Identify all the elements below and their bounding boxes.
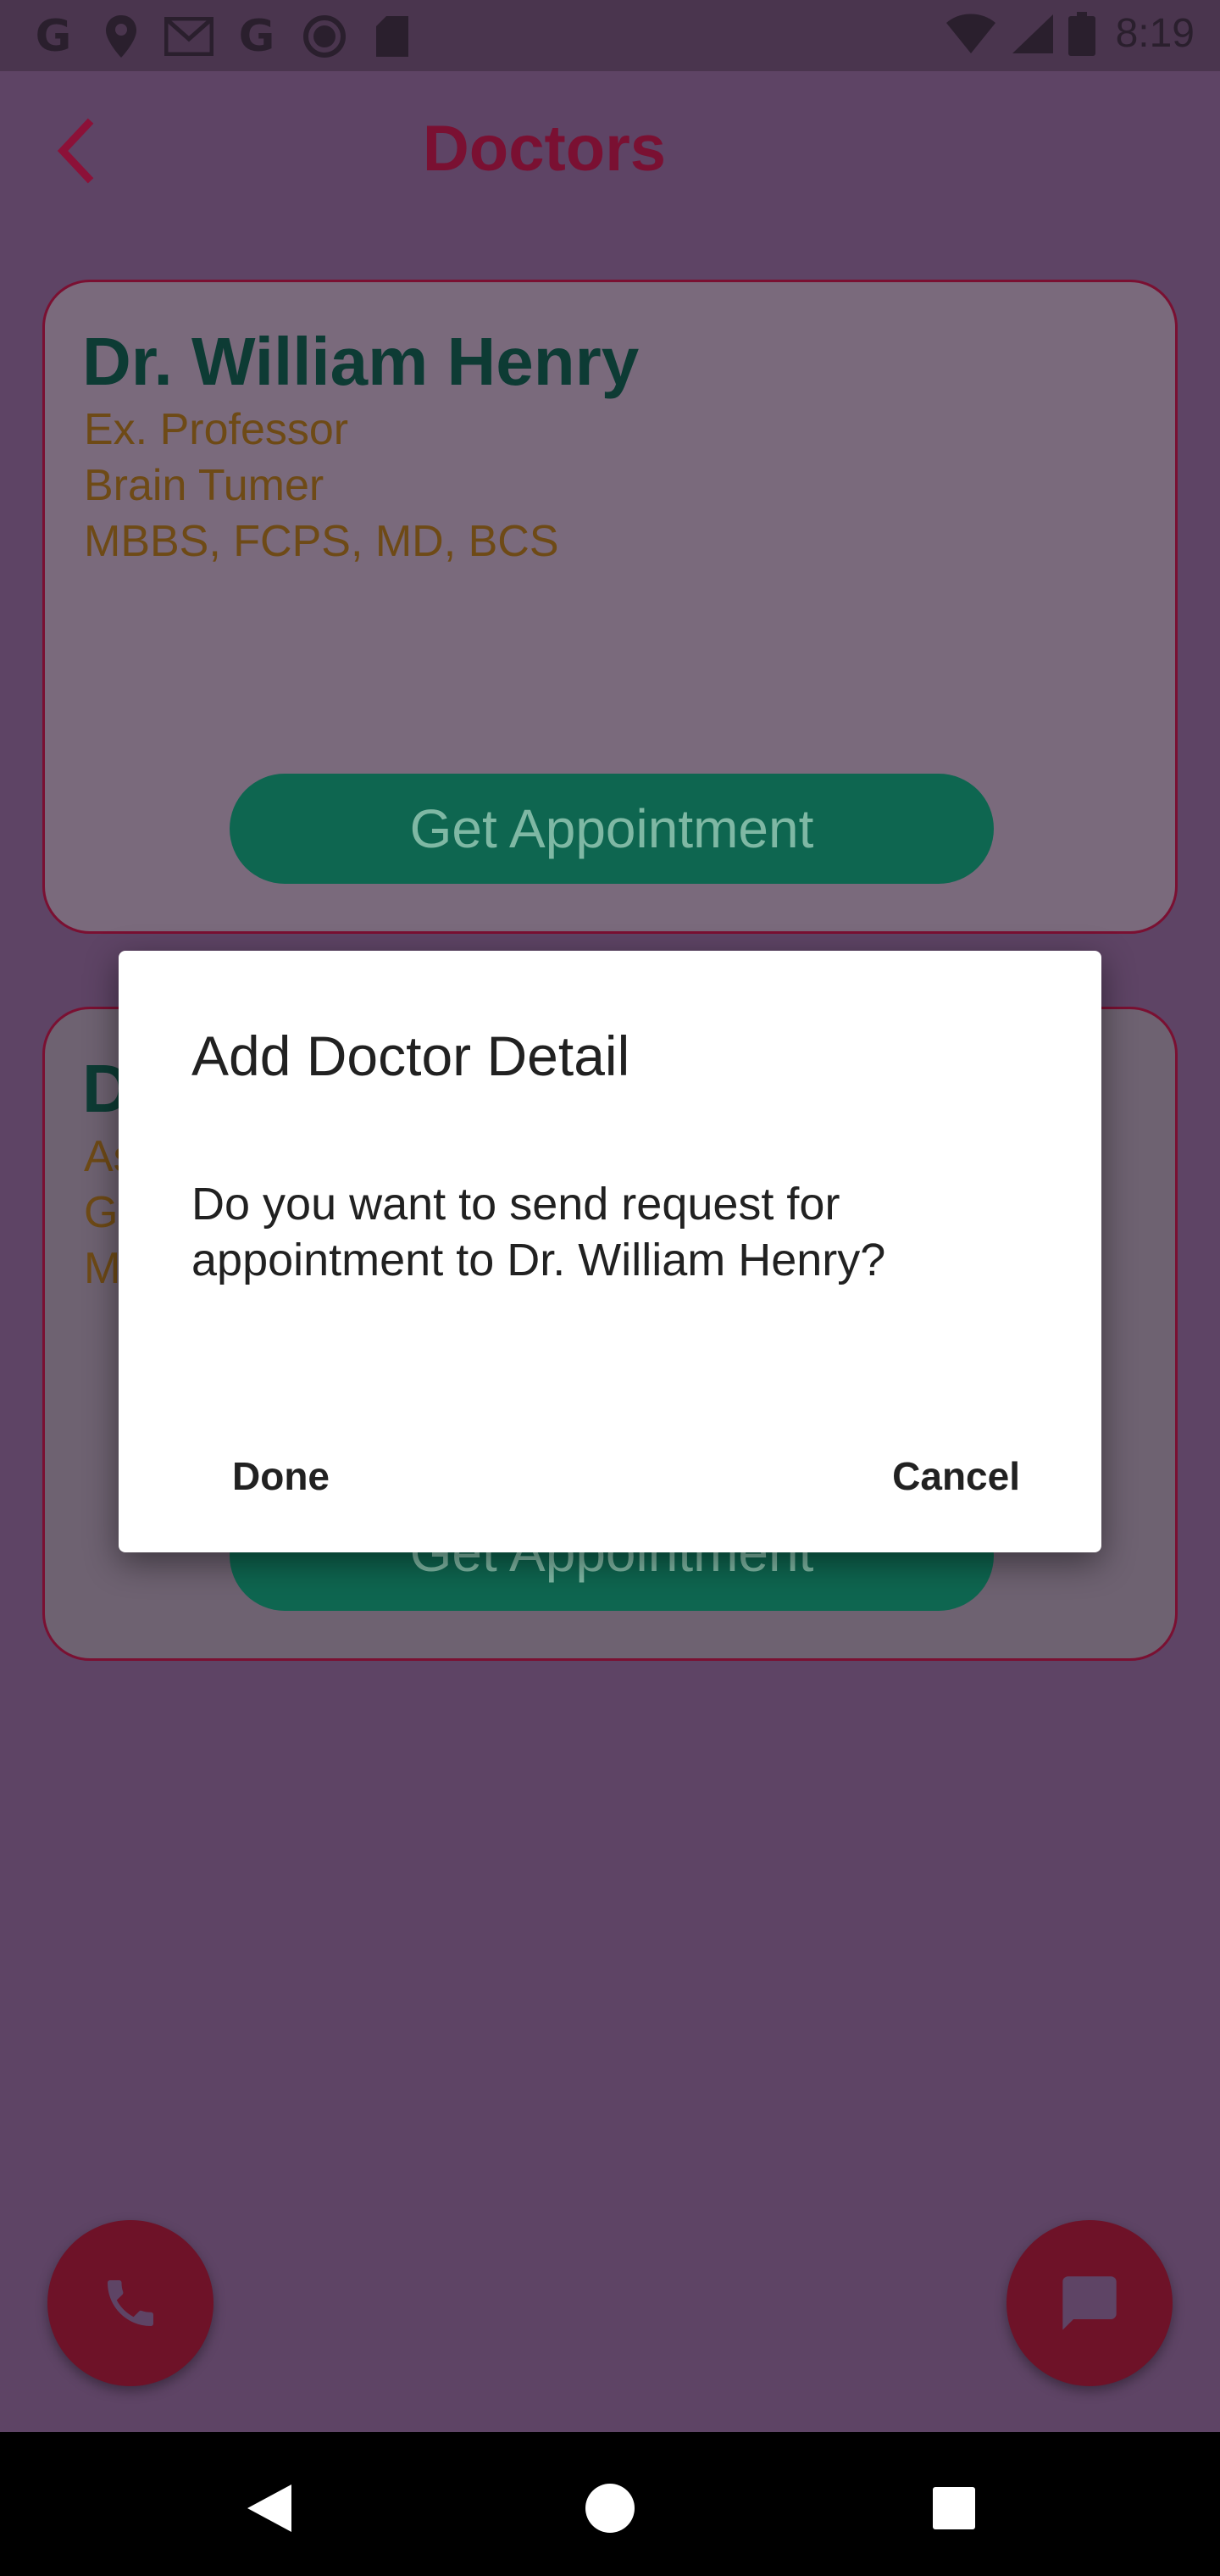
sd-card-icon: [368, 12, 417, 61]
status-bar: G G 8:19: [0, 0, 1220, 71]
doctor-degrees: M: [84, 1244, 121, 1293]
system-icons: 8:19: [945, 10, 1195, 57]
doctor-name: Dr. William Henry: [82, 324, 640, 399]
circle-home-icon: [585, 2484, 635, 2533]
app-bar: Doctors: [0, 71, 1220, 241]
battery-icon: [1068, 11, 1095, 56]
call-button[interactable]: [47, 2220, 214, 2386]
nav-back-button[interactable]: [227, 2466, 312, 2551]
gmail-icon: [164, 12, 214, 61]
triangle-back-icon: [247, 2484, 291, 2532]
location-pin-icon: [97, 12, 146, 61]
chat-icon: [1062, 2276, 1117, 2330]
phone-icon: [108, 2280, 153, 2326]
clock: 8:19: [1115, 11, 1195, 56]
doctor-title: Ex. Professor: [84, 405, 349, 454]
nav-home-button[interactable]: [568, 2466, 652, 2551]
done-button[interactable]: Done: [207, 1425, 360, 1527]
dialog-title: Add Doctor Detail: [191, 1024, 630, 1087]
page-title: Doctors: [422, 113, 667, 185]
circle-icon: [300, 12, 349, 61]
nav-recents-button[interactable]: [912, 2466, 996, 2551]
chat-button[interactable]: [1006, 2220, 1173, 2386]
get-appointment-button[interactable]: Get Appointment: [230, 774, 994, 884]
google-icon: G: [35, 11, 72, 62]
google-icon: G: [238, 11, 275, 62]
wifi-icon: [946, 14, 995, 53]
navigation-bar: [0, 2432, 1220, 2576]
doctor-degrees: MBBS, FCPS, MD, BCS: [84, 517, 559, 566]
square-recents-icon: [933, 2487, 975, 2529]
dialog-message: Do you want to send request for appointm…: [191, 1179, 886, 1285]
doctor-specialty: Brain Tumer: [84, 461, 324, 510]
notification-icons: G G: [29, 11, 417, 62]
signal-icon: [1012, 14, 1053, 53]
cancel-button[interactable]: Cancel: [862, 1425, 1051, 1527]
confirm-dialog: Add Doctor Detail Do you want to send re…: [119, 951, 1101, 1552]
doctor-card: Dr. William Henry Ex. Professor Brain Tu…: [42, 280, 1178, 934]
